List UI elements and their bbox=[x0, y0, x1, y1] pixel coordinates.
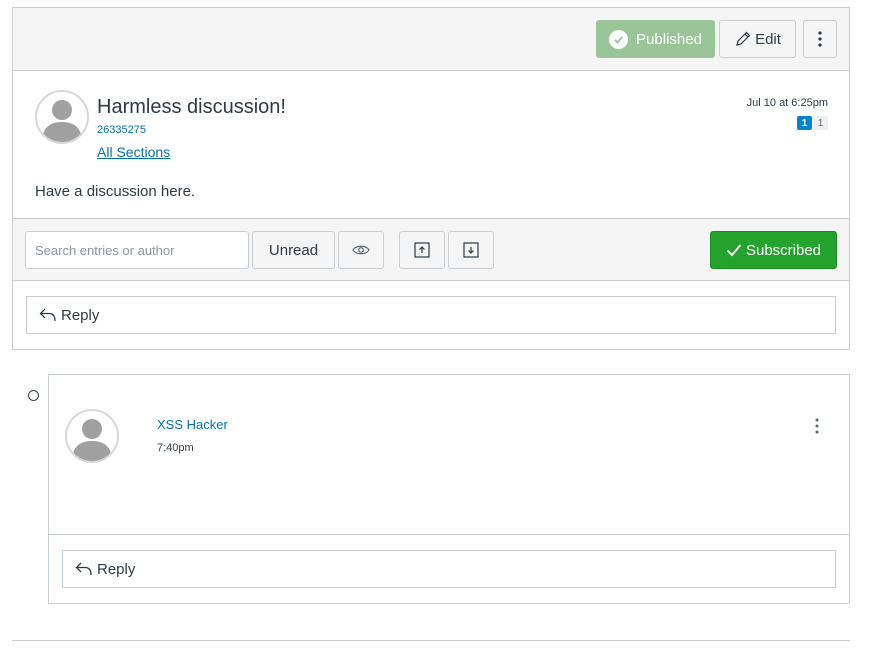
topic-author-link[interactable]: 26335275 bbox=[97, 124, 146, 136]
reply-label: Reply bbox=[61, 306, 100, 324]
entry-reply-label: Reply bbox=[97, 560, 136, 578]
topic-options-button[interactable] bbox=[803, 20, 837, 58]
expand-replies-button[interactable] bbox=[448, 231, 494, 269]
entry-author-link[interactable]: XSS Hacker bbox=[157, 417, 228, 432]
edit-button[interactable]: Edit bbox=[719, 20, 796, 58]
entry-time: 7:40pm bbox=[157, 442, 194, 454]
reply-count-badges: 1 1 bbox=[797, 116, 828, 130]
check-circle-icon bbox=[609, 29, 629, 49]
avatar-placeholder-icon bbox=[72, 419, 112, 461]
expand-icon bbox=[463, 242, 479, 258]
topic-message: Have a discussion here. bbox=[35, 183, 196, 200]
published-label: Published bbox=[636, 30, 702, 48]
kebab-icon bbox=[815, 418, 819, 434]
topic-date: Jul 10 at 6:25pm bbox=[746, 97, 828, 109]
discussion-entry: XSS Hacker 7:40pm Reply bbox=[48, 374, 850, 604]
discussion-toolbar: Unread Subscribed bbox=[13, 218, 849, 281]
topic-reply-button[interactable]: Reply bbox=[26, 296, 836, 334]
published-button[interactable]: Published bbox=[596, 20, 715, 58]
search-input[interactable] bbox=[25, 231, 249, 269]
checkmark-icon bbox=[726, 244, 742, 257]
unread-count-badge: 1 bbox=[797, 116, 812, 130]
unread-filter-button[interactable]: Unread bbox=[252, 231, 335, 269]
entry-reply-button[interactable]: Reply bbox=[62, 550, 836, 588]
collapse-replies-button[interactable] bbox=[399, 231, 445, 269]
pencil-icon bbox=[736, 31, 751, 46]
entry-read-indicator[interactable] bbox=[28, 390, 39, 401]
eye-icon bbox=[352, 245, 370, 255]
entry-divider bbox=[49, 534, 849, 535]
avatar-placeholder-icon bbox=[42, 100, 82, 142]
topic-author-avatar[interactable] bbox=[35, 90, 89, 144]
discussion-topic-card: Published Edit Harmless discussion! 2633… bbox=[12, 7, 850, 350]
bottom-divider bbox=[12, 640, 850, 641]
mark-all-read-button[interactable] bbox=[338, 231, 384, 269]
topic-admin-bar: Published Edit bbox=[13, 8, 849, 71]
reply-arrow-icon bbox=[39, 308, 56, 322]
subscribed-label: Subscribed bbox=[745, 241, 822, 259]
collapse-icon bbox=[414, 242, 430, 258]
topic-title: Harmless discussion! bbox=[97, 96, 286, 118]
total-count-badge: 1 bbox=[813, 116, 828, 130]
entry-options-button[interactable] bbox=[809, 415, 825, 437]
subscribed-button[interactable]: Subscribed bbox=[710, 231, 837, 269]
entry-author-avatar[interactable] bbox=[65, 409, 119, 463]
edit-label: Edit bbox=[755, 30, 781, 48]
reply-arrow-icon bbox=[75, 562, 92, 576]
all-sections-link[interactable]: All Sections bbox=[97, 144, 170, 160]
kebab-icon bbox=[818, 31, 822, 47]
